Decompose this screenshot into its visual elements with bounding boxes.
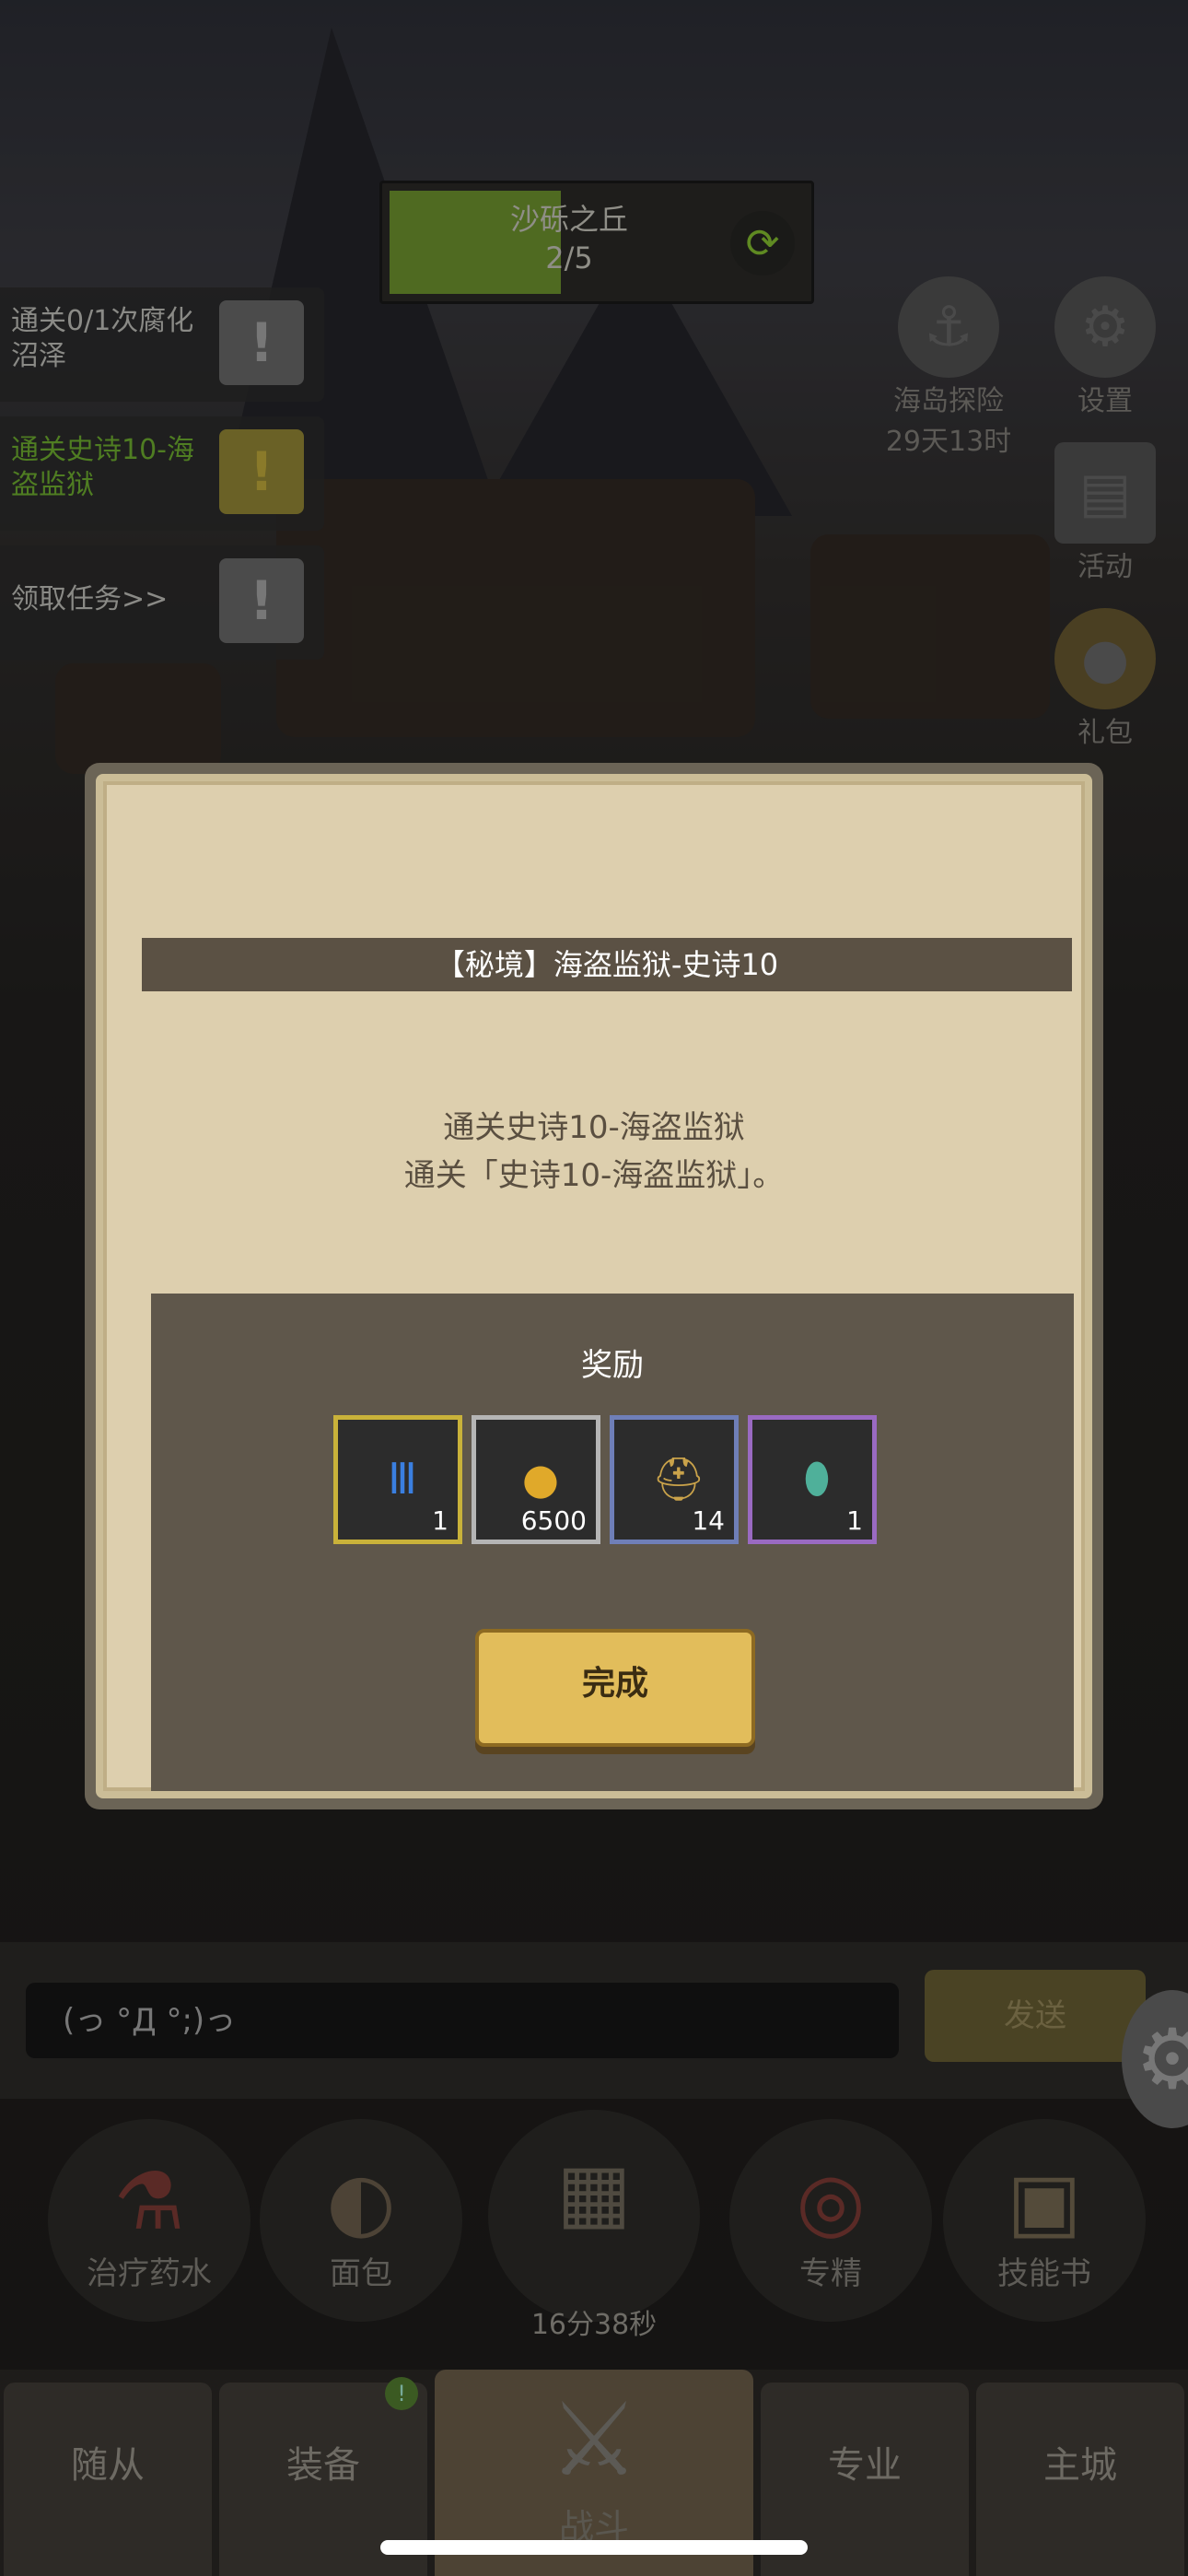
stage-progress-bar: 沙砾之丘 2/5 ⟳ [379,181,814,304]
quest-item-active[interactable]: 通关史诗10-海盗监狱 ! [0,416,324,531]
quest-complete-dialog: 【秘境】海盗监狱-史诗10 通关史诗10-海盗监狱 通关「史诗10-海盗监狱」。… [85,763,1103,1809]
gift-bag-icon: ● [1054,608,1156,709]
events-button[interactable]: ▤ 活动 [1041,442,1170,584]
quest-text: 通关0/1次腐化沼泽 [11,305,194,372]
helmet-icon: ⛑ [651,1453,706,1504]
dialog-parchment: 【秘境】海盗监狱-史诗10 通关史诗10-海盗监狱 通关「史诗10-海盗监狱」。… [96,774,1092,1798]
exclamation-icon: ! [219,429,304,514]
events-label: 活动 [1077,551,1133,583]
anchor-icon: ⚓ [898,276,999,378]
reward-title: 奖励 [581,1347,644,1384]
chat-input[interactable]: (っ °Д °;)っ [26,1983,899,2058]
stage-progress-text: 2/5 [545,240,593,275]
skillbook-icon: ▣ [1007,2156,1082,2248]
quest-text: 通关史诗10-海盗监狱 [11,434,194,501]
settings-button[interactable]: ⚙ 设置 [1041,276,1170,418]
refresh-icon[interactable]: ⟳ [730,211,795,275]
chest-icon: ▦ [556,2147,632,2239]
potion-icon: ⚗ [113,2156,185,2248]
home-indicator[interactable] [380,2540,808,2555]
mastery-icon: ◎ [796,2156,866,2248]
bread-label: 面包 [330,2255,392,2292]
quest-item[interactable]: 通关0/1次腐化沼泽 ! [0,287,324,402]
chest-button[interactable]: ▦ [488,2110,700,2322]
mastery-label: 专精 [799,2255,862,2292]
complete-button[interactable]: 完成 [475,1629,755,1747]
reward-slot[interactable]: Ⅲ 1 [333,1415,462,1544]
gift-label: 礼包 [1077,717,1133,749]
settings-label: 设置 [1077,385,1133,417]
notification-badge: ! [385,2377,418,2410]
reward-list: Ⅲ 1 ● 6500 ⛑ 14 ⬮ 1 [333,1415,877,1544]
stage-name: 沙砾之丘 [509,202,628,237]
island-explore-button[interactable]: ⚓ 海岛探险 29天13时 [866,276,1031,459]
potion-button[interactable]: ⚗ 治疗药水 [48,2119,250,2322]
quest-item[interactable]: 领取任务>> ! [0,545,324,660]
blue-medal-icon: Ⅲ [388,1454,417,1504]
bread-button[interactable]: ◐ 面包 [260,2119,462,2322]
reward-count: 14 [692,1505,725,1536]
quest-description: 通关「史诗10-海盗监狱」。 [403,1157,785,1194]
exclamation-icon: ! [219,300,304,385]
tab-city[interactable]: 主城 [976,2383,1184,2576]
exclamation-icon: ! [219,558,304,643]
reward-count: 1 [846,1505,863,1536]
reward-panel: 奖励 Ⅲ 1 ● 6500 ⛑ 14 ⬮ 1 完成 [151,1294,1074,1791]
gear-icon: ⚙ [1054,276,1156,378]
gift-button[interactable]: ● 礼包 [1041,608,1170,750]
tab-followers[interactable]: 随从 [4,2383,212,2576]
skillbook-button[interactable]: ▣ 技能书 [943,2119,1146,2322]
skillbook-label: 技能书 [997,2255,1091,2292]
reward-slot[interactable]: ⛑ 14 [610,1415,739,1544]
send-button[interactable]: 发送 [925,1970,1146,2062]
explore-label: 海岛探险 [893,385,1004,417]
reward-count: 1 [432,1505,448,1536]
potion-label: 治疗药水 [87,2255,212,2292]
reward-slot[interactable]: ● 6500 [472,1415,600,1544]
bread-icon: ◐ [326,2156,396,2248]
quest-name: 通关史诗10-海盗监狱 [443,1109,745,1146]
dialog-title: 【秘境】海盗监狱-史诗10 [142,938,1072,991]
explore-time: 29天13时 [885,426,1012,458]
chest-timer: 16分38秒 [530,2309,658,2341]
reward-count: 6500 [520,1505,587,1536]
egg-icon: ⬮ [803,1453,831,1503]
gold-coin-icon: ● [521,1454,560,1504]
reward-slot[interactable]: ⬮ 1 [748,1415,877,1544]
mastery-button[interactable]: ◎ 专精 [729,2119,932,2322]
scroll-icon: ▤ [1054,442,1156,544]
quest-text: 领取任务>> [11,583,169,615]
chat-bar: (っ °Д °;)っ 发送 [0,1942,1188,2099]
